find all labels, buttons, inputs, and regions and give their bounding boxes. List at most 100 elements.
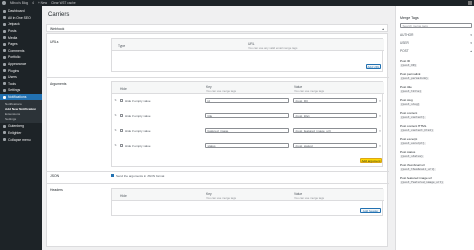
updates-count[interactable]: 4 [32,1,34,5]
menu-appearance[interactable]: Appearance [0,61,42,68]
chevron-up-icon[interactable]: ▴ [382,27,384,31]
merge-tag-code[interactable]: {post_content} [400,115,426,120]
menu-users[interactable]: Users [0,74,42,81]
notifications-submenu: Notifications Add New Notification Exten… [0,100,42,124]
add-url-button[interactable]: Add URL [366,64,381,69]
urls-label: URLs [50,40,59,44]
new-content-link[interactable]: + New [38,1,47,5]
hide-if-empty-checkbox[interactable] [120,114,123,117]
merge-tags-search-input[interactable]: Search merge tags [400,23,472,28]
portfolio-icon [3,55,6,59]
merge-tag-code[interactable]: {post_ID} [400,63,418,68]
page-title: Carriers [48,12,70,18]
merge-tag-label: Post content HTML [400,124,427,128]
section-post[interactable]: POST ▴ [400,49,472,53]
drag-handle-icon[interactable]: ⇅ [114,99,117,102]
section-user[interactable]: USER ▾ [400,41,472,45]
drag-handle-icon[interactable]: ⇅ [114,129,117,132]
menu-posts[interactable]: Posts [0,28,42,35]
section-author[interactable]: AUTHOR ▾ [400,33,472,37]
submenu-add-new[interactable]: Add New Notification [0,107,42,112]
hide-if-empty-checkbox[interactable] [120,144,123,147]
merge-tags-panel: Merge Tags Search merge tags AUTHOR ▾ USE… [395,6,474,250]
merge-tag-label: Post permalink [400,72,421,76]
merge-tag-code[interactable]: {post_permalink} [400,76,429,81]
merge-tag-code[interactable]: {post_featured_image_url} [400,180,444,185]
menu-notifications[interactable]: Notifications [0,93,42,101]
menu-pages[interactable]: Pages [0,41,42,48]
tools-icon [3,82,6,86]
admin-sidebar: Dashboard All in One SEO Jetpack Posts M… [0,6,42,250]
headers-table: Hide Key You can use merge tags Value Yo… [111,188,384,216]
drag-handle-icon[interactable]: ⇅ [114,114,117,117]
menu-media[interactable]: Media [0,34,42,41]
menu-portfolio[interactable]: Portfolio [0,54,42,61]
merge-tag-code[interactable]: {post_content_html} [400,128,434,133]
jetpack-icon [3,22,6,26]
clear-cache-link[interactable]: Clear W3T cache [51,1,76,5]
webhook-header[interactable]: Webhook ▴ [46,24,388,32]
json-format-checkbox[interactable] [111,174,114,177]
menu-dashboard[interactable]: Dashboard [0,8,42,15]
menu-settings[interactable]: Settings [0,87,42,94]
argument-value-input[interactable]: {post_status} [293,143,377,148]
hide-if-empty-checkbox[interactable] [120,99,123,102]
merge-tag-label: Post status [400,150,416,154]
remove-row-icon[interactable]: × [379,144,381,148]
remove-row-icon[interactable]: × [379,99,381,103]
arguments-col-hide: Hide [120,86,127,91]
urls-col-url-hint: You can use any valid email merge tags [248,45,298,50]
argument-key-input[interactable]: status [205,143,289,148]
merge-tag-code[interactable]: {post_status} [400,154,424,159]
chevron-up-icon: ▴ [470,49,472,53]
add-argument-button[interactable]: Add argument [360,158,382,163]
merge-tag-label: Post featured image url [400,176,432,180]
drag-handle-icon[interactable]: ⇅ [114,144,117,147]
menu-jetpack[interactable]: Jetpack [0,21,42,28]
menu-tools[interactable]: Tools [0,81,42,88]
chevron-down-icon: ▾ [470,41,472,45]
arguments-table: Hide Key You can use merge tags Value Yo… [111,81,384,167]
users-icon [3,75,6,79]
enlighter-icon [3,131,6,135]
argument-key-input[interactable]: id [205,98,289,103]
chevron-down-icon: ▾ [470,33,472,37]
seo-icon [3,16,6,20]
merge-tags-title: Merge Tags [400,16,419,20]
comment-icon [3,49,6,53]
argument-key-input[interactable]: title [205,113,289,118]
merge-tag-label: Post ID [400,59,411,63]
merge-tag-code[interactable]: {post_excerpt} [400,141,426,146]
page-icon [3,42,6,46]
hide-if-empty-checkbox[interactable] [120,129,123,132]
menu-gutenberg[interactable]: Gutenberg [0,123,42,130]
argument-value-input[interactable]: {post_ID} [293,98,377,103]
add-header-button[interactable]: Add header [360,208,381,213]
argument-value-input[interactable]: {post_featured_image_url} [293,128,377,133]
json-format-label: Send the arguments in JSON format [116,174,165,178]
menu-plugins[interactable]: Plugins [0,67,42,74]
argument-key-input[interactable]: featured_image [205,128,289,133]
wordpress-logo-icon[interactable] [2,1,6,5]
menu-comments[interactable]: Comments [0,48,42,55]
merge-tag-code[interactable]: {post_title} [400,89,423,94]
brush-icon [3,62,6,66]
argument-value-input[interactable]: {post_title} [293,113,377,118]
menu-collapse[interactable]: Collapse menu [0,136,42,143]
remove-row-icon[interactable]: × [379,114,381,118]
merge-tag-code[interactable]: {post_slug} [400,102,421,107]
pin-icon [3,29,6,33]
menu-seo[interactable]: All in One SEO [0,15,42,22]
dashboard-icon [3,9,6,13]
hide-if-empty-label: Hide if empty value [125,129,151,133]
remove-row-icon[interactable]: × [379,129,381,133]
json-label: JSON [50,174,60,178]
menu-enlighter[interactable]: Enlighter [0,130,42,137]
submenu-settings[interactable]: Settings [0,117,42,122]
merge-tag-code[interactable]: {post_thumbnail_url} [400,167,436,172]
hide-if-empty-label: Hide if empty value [125,114,151,118]
site-name[interactable]: Mihoo's Blog [10,1,28,5]
avatar[interactable] [468,1,472,5]
media-icon [3,36,6,40]
headers-col-value-hint: You can use merge tags [294,195,325,200]
